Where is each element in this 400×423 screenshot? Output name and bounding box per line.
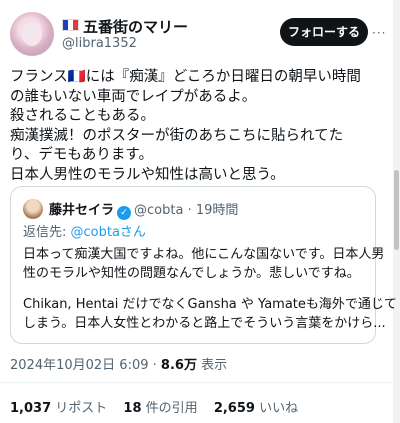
scrollbar-thumb[interactable] xyxy=(394,170,399,250)
tweet-line: の誰もいない車両でレイプがあるよ。 xyxy=(10,88,257,105)
quoted-line: 性のモラルや知性の問題なんでしょうか。悲しいですね。 xyxy=(23,266,360,281)
quoted-author-avatar[interactable] xyxy=(23,199,43,219)
retweets-count[interactable]: 1,037 xyxy=(10,401,51,416)
reply-mention-link[interactable]: @cobtaさん xyxy=(71,225,146,240)
author-name-row[interactable]: 五番街のマリー xyxy=(62,16,188,37)
avatar-face xyxy=(22,22,42,46)
likes-count[interactable]: 2,659 xyxy=(214,401,255,416)
scrollbar-track[interactable] xyxy=(393,0,400,423)
tweet-datetime[interactable]: 2024年10月02日 6:09 xyxy=(10,358,149,373)
quoted-line: しまう。日本人女性とわかると路上でそういう言葉をかけら... xyxy=(23,316,386,331)
reply-to-line: 返信先: @cobtaさん xyxy=(23,221,146,240)
quotes-count[interactable]: 18 xyxy=(123,401,141,416)
engagement-stats: 1,037 リポスト 18 件の引用 2,659 いいね xyxy=(10,397,310,416)
quoted-time[interactable]: 19時間 xyxy=(196,203,239,218)
follow-button[interactable]: フォローする xyxy=(280,18,368,46)
views-count: 8.6万 xyxy=(160,358,197,373)
views-label: 表示 xyxy=(201,358,228,373)
retweets-label[interactable]: リポスト xyxy=(55,401,107,416)
tweet-line: 殺されることもある。 xyxy=(10,108,155,124)
quoted-author-row: 藤井セイラ ✓ @cobta · 19時間 xyxy=(49,199,238,220)
france-flag-icon xyxy=(62,19,79,31)
divider xyxy=(0,382,393,383)
quoted-author-handle[interactable]: @cobta xyxy=(134,203,183,218)
quoted-text: 日本って痴漢大国ですよね。他にこんな国ないです。日本人男 性のモラルや知性の問題… xyxy=(23,245,397,333)
author-handle[interactable]: @libra1352 xyxy=(62,36,137,51)
quoted-line: Chikan, Hentai だけでなくGansha や Yamateも海外で通… xyxy=(23,297,397,312)
quoted-tweet-card[interactable]: 藤井セイラ ✓ @cobta · 19時間 返信先: @cobtaさん 日本って痴漢… xyxy=(10,186,397,344)
tweet-header: 五番街のマリー @libra1352 フォローする ··· xyxy=(10,12,385,60)
author-name[interactable]: 五番街のマリー xyxy=(83,18,188,36)
tweet-text: フランス🇫🇷には『痴漢』どころか日曜日の朝早い時間 の誰もいない車両でレイプがあ… xyxy=(10,68,385,185)
meta-separator: · xyxy=(152,358,157,373)
likes-label[interactable]: いいね xyxy=(259,401,298,416)
tweet-line: 日本人男性のモラルや知性は高いと思う。 xyxy=(10,166,285,183)
quoted-line: 日本って痴漢大国ですよね。他にこんな国ないです。日本人男 xyxy=(23,247,385,262)
verified-badge-icon: ✓ xyxy=(117,206,132,220)
tweet-line: り、デモもあります。 xyxy=(10,147,153,163)
separator-dot: · xyxy=(187,203,192,218)
tweet-line: 痴漢撲滅！のポスターが街のあちこちに貼られてた xyxy=(10,127,344,144)
reply-prefix: 返信先: xyxy=(23,225,71,240)
tweet-line: フランス🇫🇷には『痴漢』どころか日曜日の朝早い時間 xyxy=(10,69,361,85)
quoted-author-name[interactable]: 藤井セイラ xyxy=(49,203,114,218)
more-options-icon[interactable]: ··· xyxy=(372,26,386,40)
quotes-label[interactable]: 件の引用 xyxy=(146,401,198,416)
tweet-meta: 2024年10月02日 6:09 · 8.6万 表示 xyxy=(10,354,227,373)
author-avatar[interactable] xyxy=(10,12,54,56)
